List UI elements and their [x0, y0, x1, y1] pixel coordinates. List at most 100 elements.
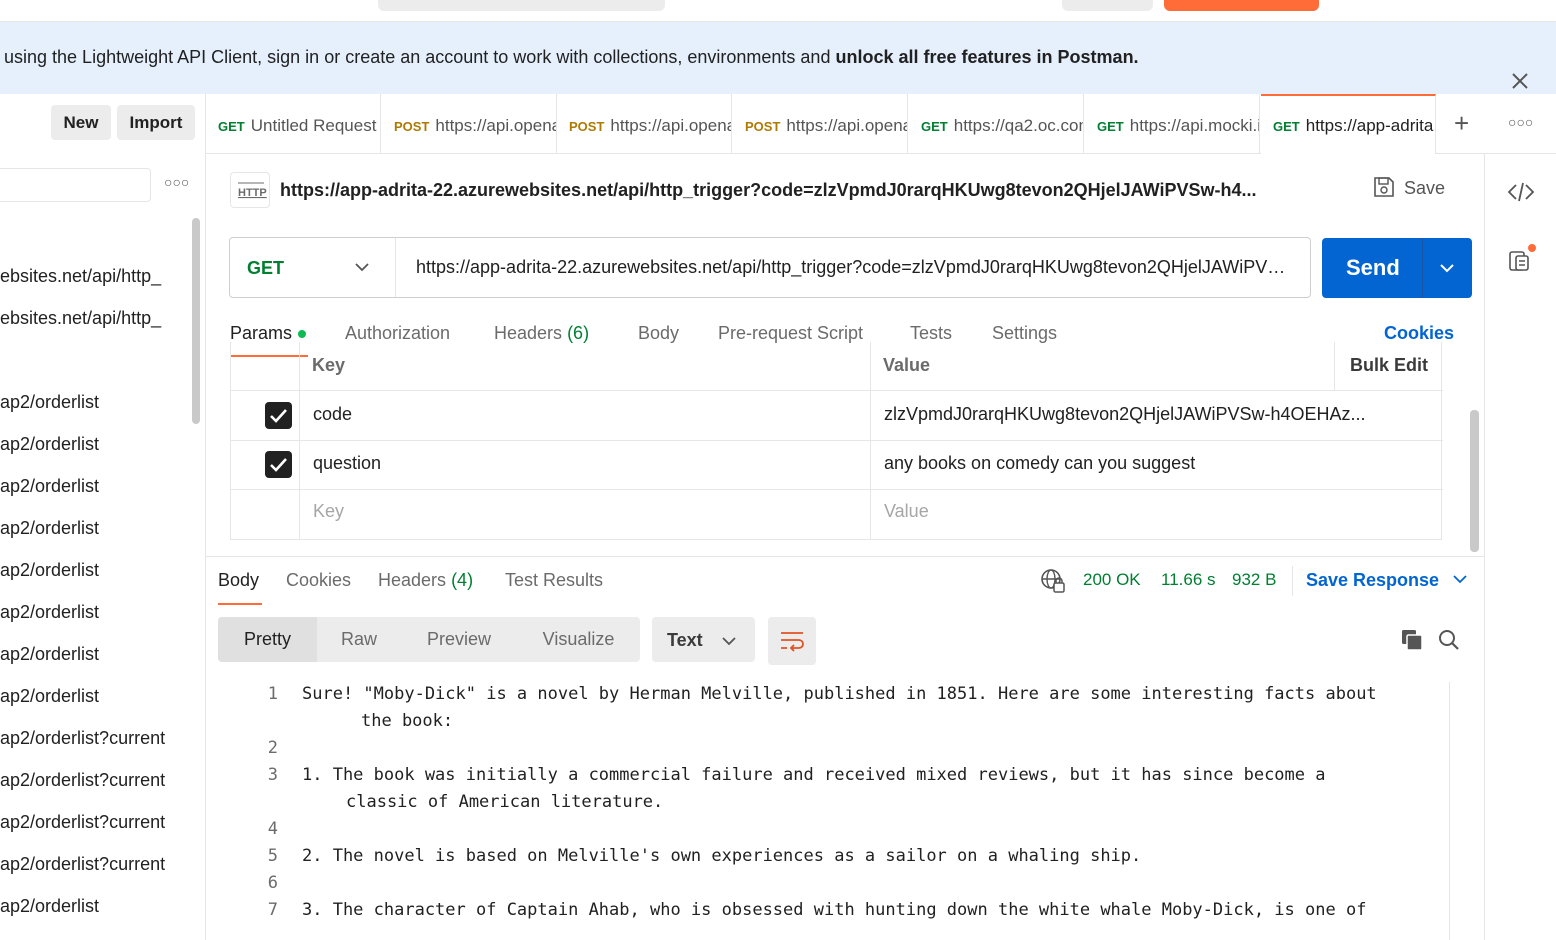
- param-key[interactable]: code: [313, 404, 352, 425]
- history-item[interactable]: ap2/orderlist: [0, 434, 99, 455]
- line-number: 7: [267, 900, 278, 920]
- url-bar: GET https://app-adrita-22.azurewebsites.…: [229, 237, 1311, 298]
- response-tab-body[interactable]: Body: [218, 570, 259, 591]
- param-value[interactable]: zlzVpmdJ0rarqHKUwg8tevon2QHjelJAWiPVSw-h…: [884, 404, 1366, 425]
- tab-settings[interactable]: Settings: [992, 323, 1057, 344]
- history-item[interactable]: ap2/orderlist?current: [0, 812, 165, 833]
- bulk-edit-link[interactable]: Bulk Edit: [1350, 355, 1428, 376]
- tab-label: https://app-adrita: [1305, 116, 1434, 135]
- history-item[interactable]: ebsites.net/api/http_: [0, 308, 161, 329]
- response-tab-headers[interactable]: Headers (4): [378, 570, 473, 591]
- history-item[interactable]: ap2/orderlist: [0, 392, 99, 413]
- url-input[interactable]: https://app-adrita-22.azurewebsites.net/…: [416, 257, 1296, 278]
- request-tab[interactable]: POST https://api.openai.com: [557, 94, 732, 154]
- history-item[interactable]: ap2/orderlist: [0, 518, 99, 539]
- method-select[interactable]: GET: [230, 238, 396, 297]
- tab-params[interactable]: Params: [230, 323, 307, 344]
- param-checkbox[interactable]: [265, 402, 292, 429]
- chevron-down-icon[interactable]: [1439, 261, 1455, 275]
- tab-label: https://api.openai.com: [610, 116, 731, 135]
- request-tab[interactable]: POST https://api.openai.com: [733, 94, 908, 154]
- top-gray-pill[interactable]: [1062, 0, 1153, 11]
- method-label: GET: [247, 258, 285, 278]
- search-icon[interactable]: [1437, 628, 1461, 652]
- response-body-editor[interactable]: 1 Sure! "Moby-Dick" is a novel by Herman …: [206, 680, 1450, 940]
- tab-label: Untitled Request: [250, 116, 377, 135]
- http-icon: HTTP: [230, 172, 270, 208]
- history-item[interactable]: ap2/orderlist: [0, 602, 99, 623]
- request-scrollbar[interactable]: [1470, 410, 1479, 552]
- tab-tests[interactable]: Tests: [910, 323, 952, 344]
- request-tab[interactable]: GET Untitled Request: [206, 94, 381, 154]
- response-size[interactable]: 932 B: [1232, 570, 1276, 590]
- request-title[interactable]: https://app-adrita-22.azurewebsites.net/…: [280, 180, 1257, 201]
- history-item[interactable]: ap2/orderlist?current: [0, 854, 165, 875]
- close-icon[interactable]: [1506, 67, 1534, 95]
- param-key[interactable]: question: [313, 453, 381, 474]
- code-line: Sure! "Moby-Dick" is a novel by Herman M…: [302, 684, 1377, 704]
- param-value[interactable]: any books on comedy can you suggest: [884, 453, 1195, 474]
- save-button[interactable]: Save: [1372, 175, 1445, 199]
- globe-icon[interactable]: [1040, 568, 1066, 594]
- banner-bold-message: unlock all free features in Postman.: [835, 47, 1139, 67]
- history-item[interactable]: ap2/orderlist: [0, 476, 99, 497]
- response-headers-label: Headers: [378, 570, 447, 590]
- params-table: Key Value Bulk Edit code zlzVpmdJ0rarqHK…: [230, 342, 1443, 540]
- param-checkbox[interactable]: [265, 451, 292, 478]
- tab-prerequest-script[interactable]: Pre-request Script: [718, 323, 863, 344]
- request-tab[interactable]: GET https://app-adrita: [1261, 94, 1436, 154]
- sidebar: New Import ○○○ ebsites.net/api/http_ebsi…: [0, 94, 206, 940]
- top-search-pill[interactable]: [378, 0, 665, 11]
- tab-more-icon[interactable]: ○○○: [1508, 114, 1533, 130]
- sidebar-scrollbar[interactable]: [192, 218, 200, 424]
- view-pretty[interactable]: Pretty: [218, 617, 317, 662]
- response-tab-test-results[interactable]: Test Results: [505, 570, 603, 591]
- history-item[interactable]: ap2/orderlist?current: [0, 728, 165, 749]
- history-item[interactable]: ap2/orderlist: [0, 686, 99, 707]
- more-options-icon[interactable]: ○○○: [164, 174, 189, 190]
- sidebar-filter-input[interactable]: [0, 168, 151, 202]
- line-number: 4: [267, 819, 278, 839]
- wrap-lines-button[interactable]: [768, 617, 816, 665]
- response-time[interactable]: 11.66 s: [1161, 570, 1216, 590]
- chevron-down-icon: [1453, 575, 1467, 584]
- col-divider: [299, 342, 300, 540]
- request-tab[interactable]: POST https://api.openai.com: [382, 94, 557, 154]
- request-tab[interactable]: GET https://api.mocki.io: [1085, 94, 1260, 154]
- send-button[interactable]: Send: [1322, 238, 1472, 298]
- history-item[interactable]: ap2/orderlist: [0, 896, 99, 917]
- new-key-input[interactable]: Key: [313, 501, 344, 522]
- history-item[interactable]: ap2/orderlist: [0, 644, 99, 665]
- history-item[interactable]: ebsites.net/api/http_: [0, 266, 161, 287]
- documentation-icon[interactable]: [1507, 244, 1537, 274]
- history-item[interactable]: ap2/orderlist?current: [0, 770, 165, 791]
- new-button[interactable]: New: [51, 105, 111, 140]
- format-label: Text: [667, 630, 703, 650]
- save-response-button[interactable]: Save Response: [1306, 570, 1468, 591]
- tab-label: https://api.openai.com: [786, 116, 907, 135]
- editor-scroll-track[interactable]: [1449, 682, 1450, 940]
- cookies-link[interactable]: Cookies: [1384, 323, 1454, 344]
- response-tab-cookies[interactable]: Cookies: [286, 570, 351, 591]
- tab-label: https://api.mocki.io: [1129, 116, 1260, 135]
- code-icon[interactable]: [1507, 180, 1535, 204]
- check-icon: [270, 458, 287, 472]
- code-line-wrap: the book:: [361, 711, 454, 731]
- status-code[interactable]: 200 OK: [1083, 570, 1141, 590]
- request-tab[interactable]: GET https://qa2.oc.com: [909, 94, 1084, 154]
- import-button[interactable]: Import: [117, 105, 195, 140]
- copy-icon[interactable]: [1400, 628, 1424, 652]
- add-tab-icon[interactable]: +: [1454, 108, 1469, 139]
- top-signup-pill[interactable]: [1164, 0, 1319, 11]
- pane-divider[interactable]: [206, 556, 1484, 557]
- tab-headers[interactable]: Headers (6): [494, 323, 589, 344]
- view-preview[interactable]: Preview: [401, 617, 517, 662]
- new-value-input[interactable]: Value: [884, 501, 929, 522]
- format-select[interactable]: Text: [652, 617, 755, 662]
- history-item[interactable]: ap2/orderlist: [0, 560, 99, 581]
- tab-body[interactable]: Body: [638, 323, 679, 344]
- view-raw[interactable]: Raw: [317, 617, 401, 662]
- line-number: 6: [267, 873, 278, 893]
- view-visualize[interactable]: Visualize: [517, 617, 640, 662]
- tab-authorization[interactable]: Authorization: [345, 323, 450, 344]
